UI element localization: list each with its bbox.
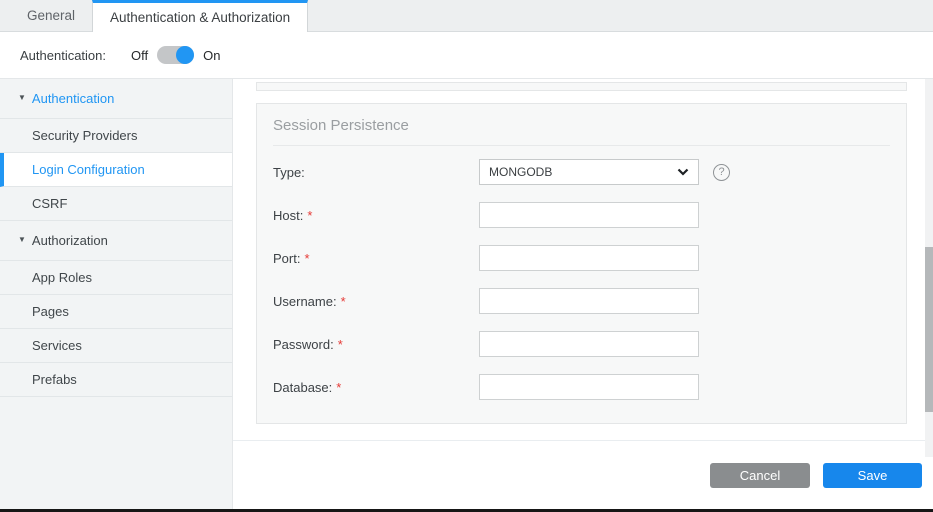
form-row-password: Password: * bbox=[273, 331, 890, 357]
type-label: Type: bbox=[273, 165, 479, 180]
sidebar-item-app-roles[interactable]: App Roles bbox=[0, 261, 232, 295]
settings-body: ▼ Authentication Security Providers Logi… bbox=[0, 79, 933, 512]
host-label-text: Host: bbox=[273, 208, 303, 223]
required-marker: * bbox=[304, 251, 309, 266]
type-select-value: MONGODB bbox=[489, 165, 552, 179]
database-label: Database: * bbox=[273, 380, 479, 395]
section-title: Session Persistence bbox=[273, 117, 890, 134]
sidebar-item-prefabs[interactable]: Prefabs bbox=[0, 363, 232, 397]
authentication-toolbar: Authentication: Off On bbox=[0, 32, 933, 79]
username-label-text: Username: bbox=[273, 294, 337, 309]
form-row-username: Username: * bbox=[273, 288, 890, 314]
scrollbar-thumb[interactable] bbox=[925, 247, 933, 412]
toggle-knob-icon bbox=[176, 46, 194, 64]
previous-section-card-edge bbox=[256, 82, 907, 91]
sidebar-group-label: Authentication bbox=[32, 91, 114, 106]
password-input[interactable] bbox=[479, 331, 699, 357]
sidebar-item-services[interactable]: Services bbox=[0, 329, 232, 363]
password-label-text: Password: bbox=[273, 337, 334, 352]
database-input[interactable] bbox=[479, 374, 699, 400]
form-row-host: Host: * bbox=[273, 202, 890, 228]
sidebar-item-csrf[interactable]: CSRF bbox=[0, 187, 232, 221]
footer-divider bbox=[233, 440, 933, 441]
settings-window: General Authentication & Authorization A… bbox=[0, 0, 933, 512]
port-label: Port: * bbox=[273, 251, 479, 266]
help-icon[interactable]: ? bbox=[713, 164, 730, 181]
sidebar-group-label: Authorization bbox=[32, 233, 108, 248]
settings-sidebar: ▼ Authentication Security Providers Logi… bbox=[0, 79, 233, 512]
form-row-type: Type: MONGODB ? bbox=[273, 159, 890, 185]
username-label: Username: * bbox=[273, 294, 479, 309]
required-marker: * bbox=[338, 337, 343, 352]
cancel-button[interactable]: Cancel bbox=[710, 463, 810, 488]
sidebar-group-authorization[interactable]: ▼ Authorization bbox=[0, 221, 232, 261]
required-marker: * bbox=[307, 208, 312, 223]
port-label-text: Port: bbox=[273, 251, 300, 266]
form-row-database: Database: * bbox=[273, 374, 890, 400]
type-select[interactable]: MONGODB bbox=[479, 159, 699, 185]
sidebar-item-security-providers[interactable]: Security Providers bbox=[0, 119, 232, 153]
form-row-port: Port: * bbox=[273, 245, 890, 271]
sidebar-group-authentication[interactable]: ▼ Authentication bbox=[0, 79, 232, 119]
vertical-scrollbar[interactable] bbox=[925, 79, 933, 457]
toggle-off-label: Off bbox=[131, 48, 148, 63]
session-persistence-card: Session Persistence Type: MONGODB bbox=[256, 103, 907, 424]
host-input[interactable] bbox=[479, 202, 699, 228]
collapse-arrow-icon: ▼ bbox=[18, 235, 26, 244]
sidebar-item-login-configuration[interactable]: Login Configuration bbox=[0, 153, 232, 187]
toggle-on-label: On bbox=[203, 48, 220, 63]
session-persistence-form: Type: MONGODB ? bbox=[257, 146, 906, 400]
settings-content: Session Persistence Type: MONGODB bbox=[233, 79, 933, 512]
database-label-text: Database: bbox=[273, 380, 332, 395]
host-label: Host: * bbox=[273, 208, 479, 223]
collapse-arrow-icon: ▼ bbox=[18, 93, 26, 102]
tab-general[interactable]: General bbox=[10, 0, 92, 31]
sidebar-item-pages[interactable]: Pages bbox=[0, 295, 232, 329]
authentication-label: Authentication: bbox=[20, 48, 106, 63]
chevron-down-icon bbox=[677, 168, 689, 176]
port-input[interactable] bbox=[479, 245, 699, 271]
tab-authentication-authorization[interactable]: Authentication & Authorization bbox=[92, 0, 308, 32]
password-label: Password: * bbox=[273, 337, 479, 352]
required-marker: * bbox=[336, 380, 341, 395]
required-marker: * bbox=[341, 294, 346, 309]
settings-tabbar: General Authentication & Authorization bbox=[0, 0, 933, 32]
authentication-toggle[interactable] bbox=[157, 46, 194, 64]
save-button[interactable]: Save bbox=[823, 463, 922, 488]
username-input[interactable] bbox=[479, 288, 699, 314]
